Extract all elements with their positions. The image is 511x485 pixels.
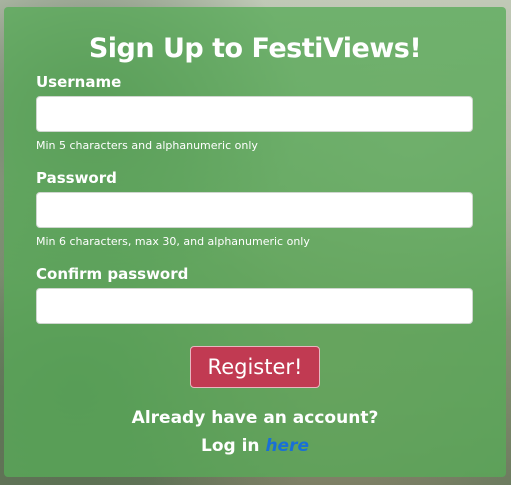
password-label: Password — [36, 169, 117, 187]
password-hint: Min 6 characters, max 30, and alphanumer… — [36, 235, 310, 248]
username-label: Username — [36, 73, 122, 91]
register-button[interactable]: Register! — [190, 346, 320, 388]
confirm-password-label: Confirm password — [36, 265, 189, 283]
login-line: Log in here — [4, 436, 506, 456]
login-here-link[interactable]: here — [265, 436, 309, 456]
password-input[interactable] — [36, 192, 473, 228]
signup-form-card: Sign Up to FestiViews! Username Min 5 ch… — [4, 7, 506, 477]
login-prompt: Already have an account? — [131, 408, 379, 428]
login-prefix: Log in — [201, 436, 266, 456]
username-hint: Min 5 characters and alphanumeric only — [36, 139, 258, 152]
username-input[interactable] — [36, 96, 473, 132]
form-title: Sign Up to FestiViews! — [88, 33, 422, 64]
confirm-password-input[interactable] — [36, 288, 473, 324]
